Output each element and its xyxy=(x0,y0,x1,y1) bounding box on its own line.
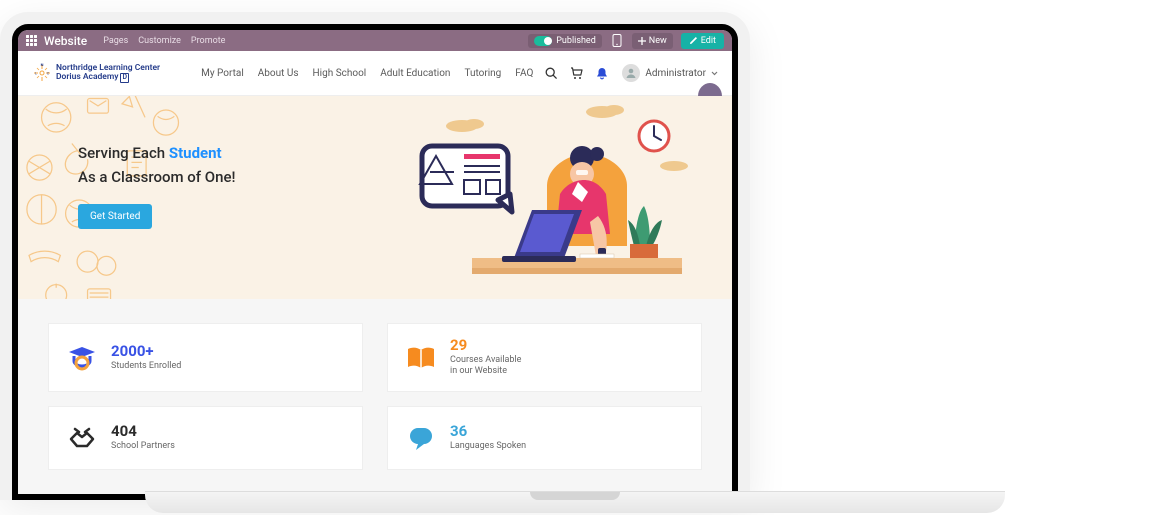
graduate-icon xyxy=(65,341,99,375)
logo-line-2: Dorius Academy xyxy=(56,73,118,82)
logo-badge-icon: D xyxy=(120,73,129,83)
nav-my-portal[interactable]: My Portal xyxy=(201,68,244,79)
search-icon[interactable] xyxy=(545,67,558,80)
hero-illustration xyxy=(402,96,702,296)
stat-value: 404 xyxy=(111,424,175,439)
hero-line1-a: Serving Each xyxy=(78,144,169,162)
cart-icon[interactable] xyxy=(570,67,584,80)
nav-adult-education[interactable]: Adult Education xyxy=(380,68,450,79)
pencil-icon xyxy=(689,36,698,45)
hero-section: Serving Each Student As a Classroom of O… xyxy=(18,96,732,299)
hero-subhead: As a Classroom of One! xyxy=(78,168,236,186)
stat-card-students: 2000+ Students Enrolled xyxy=(48,323,363,392)
edit-label: Edit xyxy=(701,36,716,46)
site-header: N L C Northridge Learning Center Dorius … xyxy=(18,51,732,96)
new-label: New xyxy=(649,36,667,46)
toggle-switch-icon xyxy=(534,36,552,46)
plus-icon xyxy=(638,37,646,45)
nav-tutoring[interactable]: Tutoring xyxy=(464,68,501,79)
stat-card-partners: 404 School Partners xyxy=(48,406,363,470)
book-icon xyxy=(404,341,438,375)
laptop-base xyxy=(145,491,1005,513)
stat-card-languages: 36 Languages Spoken xyxy=(387,406,702,470)
svg-text:N: N xyxy=(41,63,44,67)
stat-card-courses: 29 Courses Available in our Website xyxy=(387,323,702,392)
admin-toolbar: Website Pages Customize Promote Publishe… xyxy=(18,30,732,51)
bell-icon[interactable] xyxy=(596,67,608,80)
published-toggle[interactable]: Published xyxy=(528,34,602,48)
user-name: Administrator xyxy=(645,68,706,79)
hero-headline: Serving Each Student xyxy=(78,144,236,162)
stat-label: Languages Spoken xyxy=(450,441,526,452)
compass-icon: N L C xyxy=(32,63,52,83)
mobile-preview-icon[interactable] xyxy=(610,34,624,48)
published-label: Published xyxy=(556,36,596,46)
stats-section: 2000+ Students Enrolled 29 Courses Avail… xyxy=(18,299,732,494)
new-button[interactable]: New xyxy=(632,33,673,49)
nav-about-us[interactable]: About Us xyxy=(258,68,299,79)
stat-value: 29 xyxy=(450,338,521,353)
admin-promote-link[interactable]: Promote xyxy=(191,36,226,46)
edit-button[interactable]: Edit xyxy=(681,33,724,49)
app-name[interactable]: Website xyxy=(44,34,87,48)
stat-value: 36 xyxy=(450,424,526,439)
admin-customize-link[interactable]: Customize xyxy=(138,36,181,46)
chevron-down-icon xyxy=(711,71,718,76)
site-logo[interactable]: N L C Northridge Learning Center Dorius … xyxy=(32,63,160,83)
stat-label: Students Enrolled xyxy=(111,361,181,372)
get-started-button[interactable]: Get Started xyxy=(78,204,152,229)
stat-label: Courses Available in our Website xyxy=(450,355,521,377)
admin-pages-link[interactable]: Pages xyxy=(103,36,128,46)
chat-icon xyxy=(404,421,438,455)
main-nav: My Portal About Us High School Adult Edu… xyxy=(201,68,533,79)
nav-faq[interactable]: FAQ xyxy=(515,68,533,79)
stat-label: School Partners xyxy=(111,441,175,452)
logo-text: Northridge Learning Center Dorius Academ… xyxy=(56,64,160,83)
svg-text:L: L xyxy=(35,72,37,76)
handshake-icon xyxy=(65,421,99,455)
nav-high-school[interactable]: High School xyxy=(313,68,367,79)
hero-line1-b: Student xyxy=(169,144,222,162)
admin-menu: Pages Customize Promote xyxy=(103,36,225,46)
apps-icon[interactable] xyxy=(26,35,38,47)
avatar-icon xyxy=(622,64,640,82)
user-menu[interactable]: Administrator xyxy=(622,64,718,82)
stat-value: 2000+ xyxy=(111,344,181,359)
